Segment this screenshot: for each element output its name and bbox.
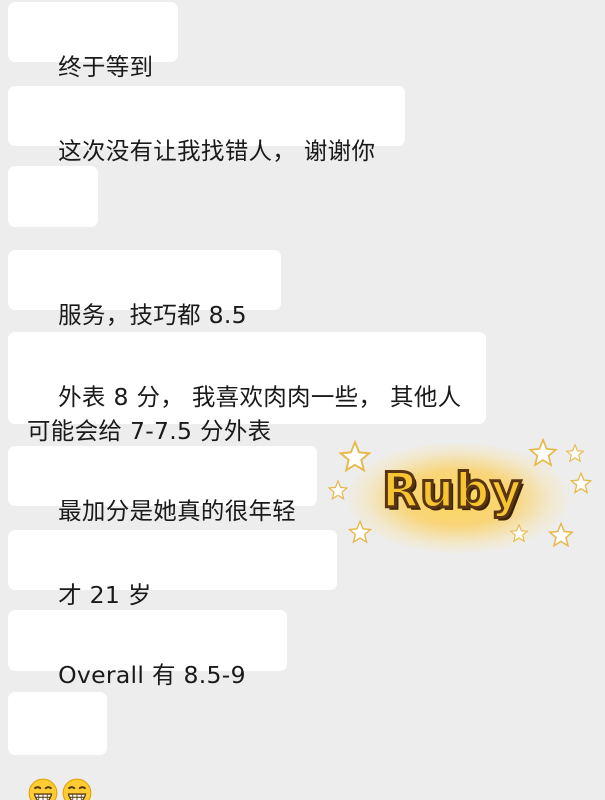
star-icon	[565, 443, 585, 463]
message-text: 最加分是她真的很年轻	[58, 497, 297, 525]
message-bubble[interactable]: 最加分是她真的很年轻	[8, 446, 317, 525]
message-bubble[interactable]: 服务，技巧都 8.5 分	[8, 250, 281, 363]
chat-window: 终于等到你 这次没有让我找错人， 谢谢你 很好 服务，技巧都 8.5 分 外表 …	[0, 0, 605, 800]
star-icon	[338, 439, 372, 473]
ruby-sticker: Ruby	[318, 435, 603, 555]
emoji-row	[27, 777, 95, 800]
message-bubble[interactable]: 才 21 岁	[8, 530, 337, 644]
star-icon	[509, 523, 529, 543]
message-bubble[interactable]: Overall 有 8.5-9 之间	[8, 610, 287, 723]
star-icon	[528, 437, 558, 467]
star-icon	[547, 521, 575, 548]
message-bubble[interactable]: 很好	[8, 166, 98, 279]
message-bubble[interactable]: 终于等到你	[8, 2, 178, 115]
star-icon	[569, 471, 593, 494]
message-bubble[interactable]: 这次没有让我找错人， 谢谢你	[8, 86, 405, 165]
grinning-emoji	[27, 777, 59, 800]
message-text: 才 21 岁	[58, 581, 152, 609]
grinning-emoji	[61, 777, 93, 800]
message-text: 这次没有让我找错人， 谢谢你	[58, 137, 376, 165]
star-icon	[327, 479, 349, 501]
message-bubble[interactable]: 外表 8 分， 我喜欢肉肉一些， 其他人 可能会给 7-7.5 分外表	[8, 332, 486, 445]
message-bubble[interactable]	[8, 692, 107, 800]
sticker-text: Ruby	[381, 462, 524, 521]
star-icon	[347, 519, 373, 544]
